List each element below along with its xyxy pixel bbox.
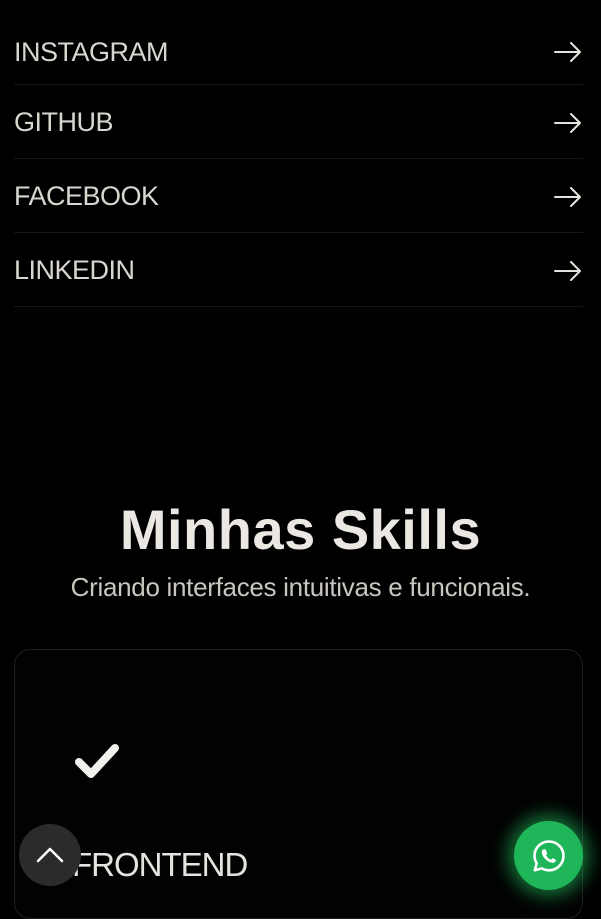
skill-card-frontend: FRONTEND: [14, 649, 583, 919]
social-link-label: GITHUB: [14, 107, 114, 137]
checkmark-icon: [75, 744, 119, 778]
arrow-right-icon: [554, 112, 581, 133]
social-links-list: INSTAGRAM GITHUB FACEBOOK LINKEDIN: [14, 20, 583, 307]
skills-section-title: Minhas Skills: [119, 498, 482, 561]
arrow-right-icon: [554, 186, 581, 207]
social-link-instagram[interactable]: INSTAGRAM: [14, 20, 583, 85]
scroll-to-top-button[interactable]: [19, 824, 81, 886]
whatsapp-icon: [532, 839, 565, 872]
social-link-facebook[interactable]: FACEBOOK: [14, 159, 583, 233]
whatsapp-button[interactable]: [514, 821, 583, 890]
social-link-label: FACEBOOK: [14, 181, 159, 211]
chevron-up-icon: [36, 847, 64, 863]
social-link-github[interactable]: GITHUB: [14, 85, 583, 159]
arrow-right-icon: [554, 42, 581, 62]
social-link-label: LINKEDIN: [14, 255, 135, 285]
skill-card-title: FRONTEND: [72, 846, 248, 883]
social-link-linkedin[interactable]: LINKEDIN: [14, 233, 583, 307]
social-link-label: INSTAGRAM: [14, 36, 169, 67]
arrow-right-icon: [554, 260, 581, 281]
skills-section-subtitle: Criando interfaces intuitivas e funciona…: [70, 572, 531, 602]
